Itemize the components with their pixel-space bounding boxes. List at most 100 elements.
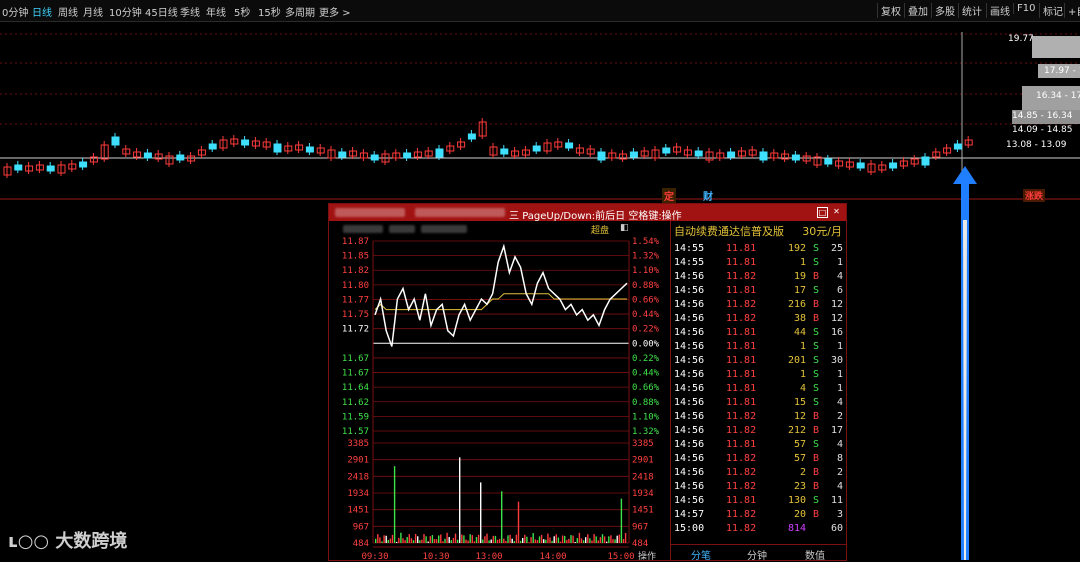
price-axis-label: 11.82 (342, 266, 369, 276)
tick-row: 14:56 11.81 15 S 4 (671, 396, 846, 410)
pct-axis-label: 0.88% (632, 398, 660, 408)
volume-bar (435, 539, 438, 543)
tab-period-10min[interactable]: 10分钟 (109, 4, 142, 19)
volume-axis-label-right: 1934 (632, 489, 654, 499)
volume-bar (547, 533, 549, 543)
volume-axis-label: 3385 (347, 439, 369, 449)
tick-side: B (813, 271, 820, 282)
volume-bar (486, 533, 488, 543)
candle-body (14, 164, 23, 171)
volume-bar (429, 536, 431, 543)
stats-button[interactable]: 统计 (958, 3, 985, 18)
maximize-icon[interactable]: □ (817, 207, 828, 218)
tick-volume: 20 (793, 509, 806, 520)
volume-bar (375, 538, 377, 543)
volume-bar (450, 540, 452, 543)
volume-bar (477, 534, 480, 543)
price-axis-label: 11.62 (342, 398, 369, 408)
tick-side: S (813, 397, 820, 408)
popup-titlebar[interactable]: 三 PageUp/Down:前后日 空格键:操作 □ ✕ (329, 204, 846, 222)
volume-bar (454, 533, 457, 543)
volume-bar (597, 540, 599, 543)
tab-period-week[interactable]: 周线 (58, 4, 78, 19)
tab-values[interactable]: 数值 (805, 547, 825, 562)
fuquan-button[interactable]: 复权 (877, 3, 904, 18)
volume-axis-label-right: 967 (632, 522, 648, 532)
promo-text[interactable]: 自动续费通达信普及版 (674, 223, 784, 239)
tab-period-multi[interactable]: 多周期 (285, 4, 315, 19)
pct-axis-label: 0.44% (632, 310, 660, 320)
volume-bar (402, 538, 404, 543)
tick-price: 11.81 (726, 439, 757, 450)
tick-volume: 814 (787, 523, 806, 534)
tick-time: 14:56 (674, 397, 705, 408)
intraday-popup: 三 PageUp/Down:前后日 空格键:操作 □ ✕ 超盘 ◧ 11.87 1… (328, 203, 847, 562)
volume-bar (431, 535, 434, 543)
tick-count: 2 (836, 467, 843, 478)
close-icon[interactable]: ✕ (832, 207, 841, 216)
tick-count: 25 (830, 243, 843, 254)
operate-label[interactable]: 操作 (638, 550, 656, 560)
volume-bar (603, 536, 606, 543)
price-axis-label: 11.75 (342, 310, 369, 320)
tick-side: B (813, 453, 820, 464)
tick-count: 12 (830, 299, 843, 310)
pct-axis-label: 0.66% (632, 383, 660, 393)
tick-time: 14:56 (674, 383, 705, 394)
candle-body (241, 139, 250, 146)
kline-chart[interactable] (0, 22, 1080, 200)
tick-count: 1 (836, 383, 843, 394)
intraday-chart[interactable]: 超盘 ◧ 11.87 11.85 11.82 11.80 11.77 11.75 11.72… (329, 221, 670, 560)
price-label-3: 14.85 - 16.34 (1012, 111, 1073, 121)
tab-period-month[interactable]: 月线 (83, 4, 103, 19)
tick-volume: 130 (787, 495, 806, 506)
volume-bar (511, 538, 513, 543)
time-axis-label: 14:00 (539, 552, 566, 560)
cai-marker[interactable]: 财 (703, 188, 713, 203)
volume-bar (438, 535, 440, 543)
tick-price: 11.82 (726, 299, 757, 310)
tab-period-15s[interactable]: 15秒 (258, 4, 281, 19)
tab-minutes[interactable]: 分钟 (747, 547, 767, 562)
volume-bar (507, 535, 509, 543)
tick-side: S (813, 341, 820, 352)
price-label-2: 16.34 - 17 (1036, 91, 1080, 101)
add-custom-button[interactable]: +自 (1064, 3, 1080, 18)
tab-period-year[interactable]: 年线 (206, 4, 226, 19)
tick-side: S (813, 243, 820, 254)
f10-button[interactable]: F10 (1013, 3, 1038, 14)
tick-volume: 19 (793, 271, 806, 282)
tab-period-5s[interactable]: 5秒 (234, 4, 250, 19)
multi-stock-button[interactable]: 多股 (931, 3, 958, 18)
tick-row: 14:56 11.81 17 S 6 (671, 284, 846, 298)
volume-bar (545, 539, 547, 543)
tick-time: 14:56 (674, 285, 705, 296)
tick-volume: 216 (787, 299, 806, 310)
tick-volume: 57 (793, 439, 806, 450)
tab-ticks[interactable]: 分笔 (691, 547, 711, 562)
tick-price: 11.81 (726, 397, 757, 408)
pct-axis-label: 0.00% (632, 339, 660, 349)
candle-body (662, 147, 671, 154)
overlay-button[interactable]: 叠加 (904, 3, 931, 18)
ding-marker[interactable]: 定 (662, 188, 676, 203)
limit-marker[interactable]: 涨跌 (1023, 189, 1046, 202)
tab-period-0[interactable]: 0分钟 (2, 4, 28, 19)
volume-bar (574, 541, 576, 543)
tab-period-45day[interactable]: 45日线 (145, 4, 178, 19)
tab-period-day[interactable]: 日线 (32, 4, 52, 19)
tab-period-season[interactable]: 季线 (180, 4, 200, 19)
pct-axis-label: 1.54% (632, 237, 660, 247)
volume-bar (387, 539, 389, 543)
mark-button[interactable]: 标记 (1039, 3, 1066, 18)
volume-bar (515, 534, 518, 543)
volume-axis-label: 2418 (347, 472, 369, 482)
volume-bar (557, 537, 560, 543)
volume-bar (465, 539, 467, 543)
draw-line-button[interactable]: 画线 (986, 3, 1013, 18)
tick-side: S (813, 495, 820, 506)
volume-bar (381, 541, 383, 543)
candle-body (370, 154, 379, 161)
tab-period-more[interactable]: 更多 > (319, 4, 351, 19)
volume-bar (606, 541, 608, 543)
